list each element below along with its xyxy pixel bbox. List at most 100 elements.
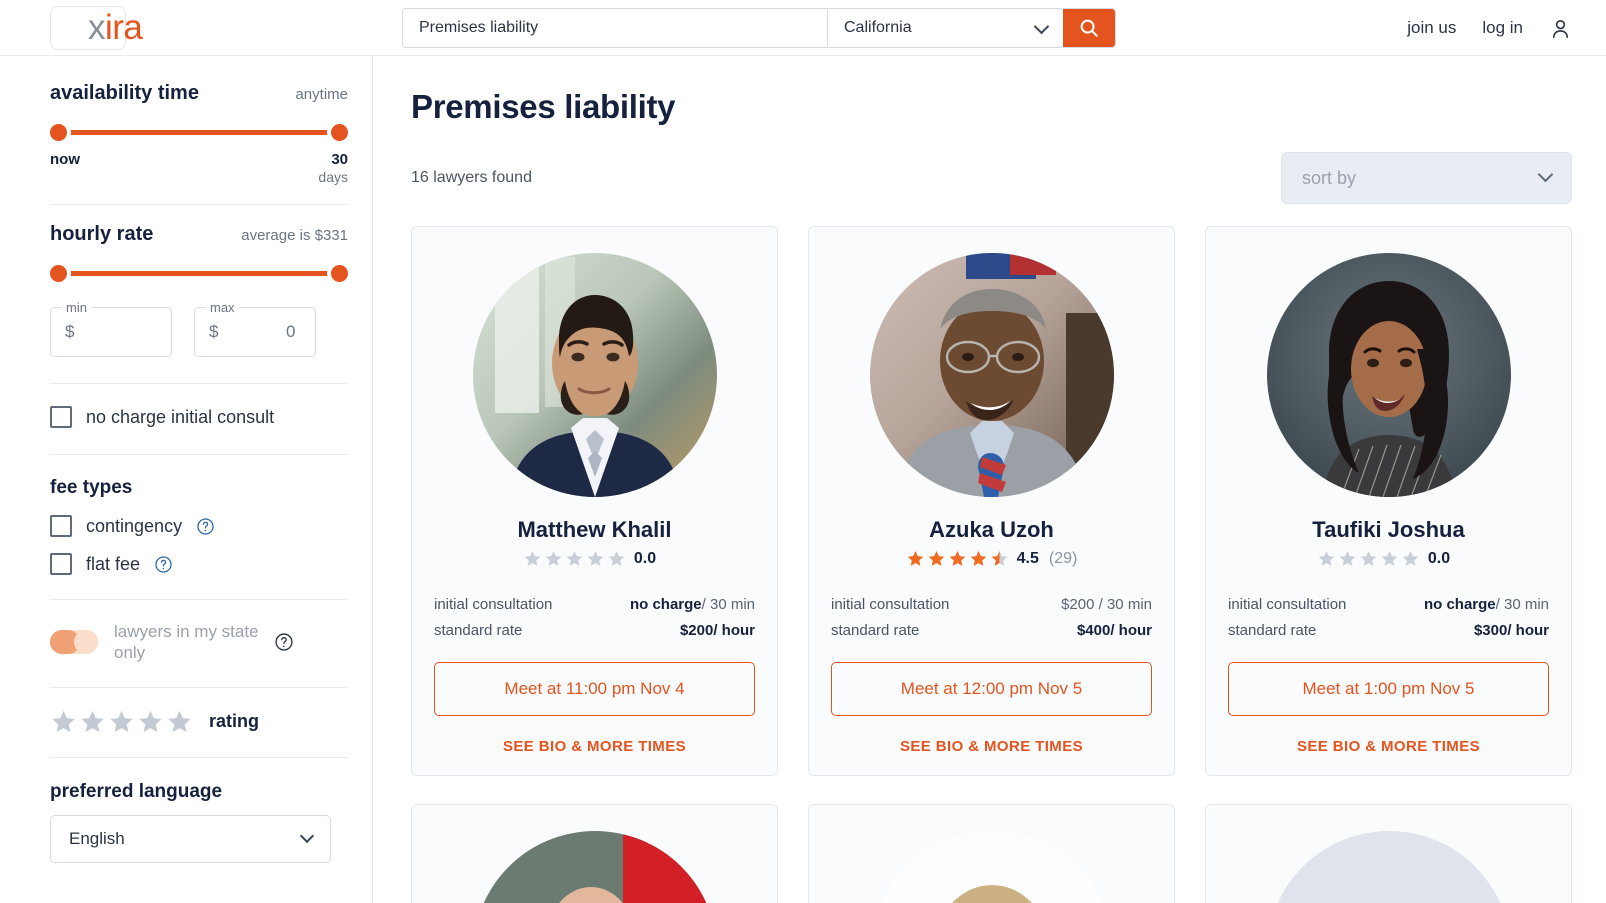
- rating-filter-stars[interactable]: [50, 708, 193, 735]
- xira-logo[interactable]: xira: [88, 6, 143, 50]
- hourly-rate-slider-thumb-min[interactable]: [50, 265, 67, 282]
- avatar: [472, 831, 717, 903]
- preferred-language-select[interactable]: English: [50, 814, 331, 863]
- star-icon: [608, 551, 625, 566]
- divider-5: [50, 686, 348, 688]
- results-toolbar: 16 lawyers found sort by: [411, 152, 1572, 204]
- lawyer-portrait-3: [1266, 253, 1511, 497]
- rating-filter-label: rating: [209, 710, 260, 731]
- consult-amount: no charge: [1423, 596, 1496, 613]
- avatar: [869, 831, 1114, 903]
- contingency-checkbox[interactable]: [50, 515, 72, 537]
- meet-button[interactable]: Meet at 12:00 pm Nov 5: [831, 662, 1152, 716]
- hourly-rate-slider-thumb-max[interactable]: [331, 265, 348, 282]
- sort-by-select[interactable]: sort by: [1281, 152, 1572, 204]
- lawyer-card[interactable]: Taufiki Joshua 0.0 initial consultation: [1205, 226, 1572, 776]
- lawyer-rating: 0.0: [523, 549, 666, 568]
- lawyer-card[interactable]: Azuka Uzoh 4.5 (29) initial consultation…: [808, 226, 1175, 776]
- initial-consultation-value: $200 / 30 min: [1061, 596, 1152, 613]
- see-bio-link[interactable]: SEE BIO & MORE TIMES: [1297, 738, 1480, 755]
- lawyer-card[interactable]: [1205, 804, 1572, 903]
- lawyer-portrait-2: [869, 253, 1114, 497]
- min-rate-currency: $: [65, 322, 75, 341]
- state-only-toggle-row[interactable]: lawyers in my state only: [50, 621, 348, 664]
- star-icon: [545, 551, 562, 566]
- lawyer-name: Taufiki Joshua: [1312, 517, 1465, 542]
- contingency-help-icon[interactable]: [196, 517, 215, 536]
- search-icon: [1080, 19, 1098, 37]
- no-charge-consult-checkbox[interactable]: [50, 406, 72, 428]
- lawyer-rating: 4.5 (29): [906, 549, 1077, 568]
- hourly-rate-slider-track: [58, 271, 340, 276]
- standard-rate-row: standard rate $200/ hour: [434, 622, 755, 639]
- star-icon: [566, 551, 583, 566]
- search-input[interactable]: [403, 9, 827, 47]
- rating-filter-row[interactable]: rating: [50, 708, 348, 735]
- filters-sidebar: availability time anytime now 30 days ho…: [0, 56, 373, 903]
- meet-button[interactable]: Meet at 11:00 pm Nov 4: [434, 662, 755, 716]
- lawyer-card[interactable]: [411, 804, 778, 903]
- initial-consultation-label: initial consultation: [1228, 596, 1347, 613]
- pricing-table: initial consultation no charge/ 30 min s…: [434, 596, 755, 648]
- availability-max-value: 30: [331, 151, 348, 168]
- max-rate-currency: $: [209, 322, 219, 341]
- hourly-rate-inputs: min $ max $: [50, 300, 372, 357]
- flat-fee-help-icon[interactable]: [154, 555, 173, 574]
- state-select[interactable]: California: [828, 9, 1063, 47]
- join-us-link[interactable]: join us: [1407, 18, 1456, 38]
- fee-type-flat-fee-row[interactable]: flat fee: [50, 553, 348, 575]
- star-icon: [52, 710, 75, 732]
- min-rate-legend: min: [62, 300, 91, 315]
- min-rate-field[interactable]: min $: [50, 300, 296, 357]
- initial-consultation-row: initial consultation no charge/ 30 min: [434, 596, 755, 613]
- search-button[interactable]: [1063, 9, 1115, 47]
- site-header: xira California join us log in: [0, 0, 1606, 56]
- max-rate-field[interactable]: max $: [194, 300, 372, 357]
- state-only-help-icon[interactable]: [274, 632, 294, 652]
- star-half-icon: [991, 551, 1007, 566]
- consult-unit: $200 / 30 min: [1061, 596, 1152, 613]
- no-charge-consult-label: no charge initial consult: [86, 406, 275, 427]
- user-icon: [1552, 19, 1569, 38]
- flat-fee-label: flat fee: [86, 553, 141, 574]
- standard-rate-label: standard rate: [434, 622, 523, 639]
- lawyer-cards-next-row: [411, 804, 1572, 903]
- star-icon: [587, 551, 604, 566]
- logo-ira: ira: [105, 8, 143, 47]
- fee-types-title: fee types: [50, 477, 133, 498]
- user-account-button[interactable]: [1549, 17, 1572, 40]
- hourly-rate-slider[interactable]: [50, 260, 348, 286]
- lawyer-portrait-5: [869, 831, 1114, 903]
- flat-fee-checkbox[interactable]: [50, 553, 72, 575]
- star-icon: [1402, 551, 1419, 566]
- no-charge-consult-row[interactable]: no charge initial consult: [50, 406, 348, 428]
- availability-title: availability time: [50, 82, 199, 104]
- avatar: [869, 253, 1114, 497]
- standard-rate-row: standard rate $300/ hour: [1228, 622, 1549, 639]
- star-icon: [81, 710, 104, 732]
- lawyer-rating: 0.0: [1317, 549, 1460, 568]
- rate-amount: $300: [1473, 622, 1508, 639]
- star-icon: [970, 551, 986, 566]
- see-bio-link[interactable]: SEE BIO & MORE TIMES: [900, 738, 1083, 755]
- initial-consultation-value: no charge/ 30 min: [1424, 596, 1549, 613]
- fee-type-contingency-row[interactable]: contingency: [50, 515, 348, 537]
- star-icon: [928, 551, 944, 566]
- initial-consultation-label: initial consultation: [831, 596, 950, 613]
- divider-6: [50, 756, 348, 758]
- standard-rate-value: $200/ hour: [680, 622, 755, 639]
- lawyer-cards-grid: Matthew Khalil 0.0 initial consultation: [411, 226, 1572, 776]
- availability-slider[interactable]: [50, 119, 348, 145]
- lawyer-card[interactable]: [808, 804, 1175, 903]
- availability-max-unit: days: [318, 169, 348, 185]
- lawyer-card[interactable]: Matthew Khalil 0.0 initial consultation: [411, 226, 778, 776]
- availability-slider-thumb-max[interactable]: [331, 124, 348, 141]
- state-only-toggle[interactable]: [50, 630, 98, 655]
- max-rate-input[interactable]: [218, 322, 372, 342]
- log-in-link[interactable]: log in: [1482, 18, 1523, 38]
- availability-slider-thumb-min[interactable]: [50, 124, 67, 141]
- star-icon: [1381, 551, 1398, 566]
- see-bio-link[interactable]: SEE BIO & MORE TIMES: [503, 738, 686, 755]
- meet-button[interactable]: Meet at 1:00 pm Nov 5: [1228, 662, 1549, 716]
- rating-score: 0.0: [633, 549, 657, 567]
